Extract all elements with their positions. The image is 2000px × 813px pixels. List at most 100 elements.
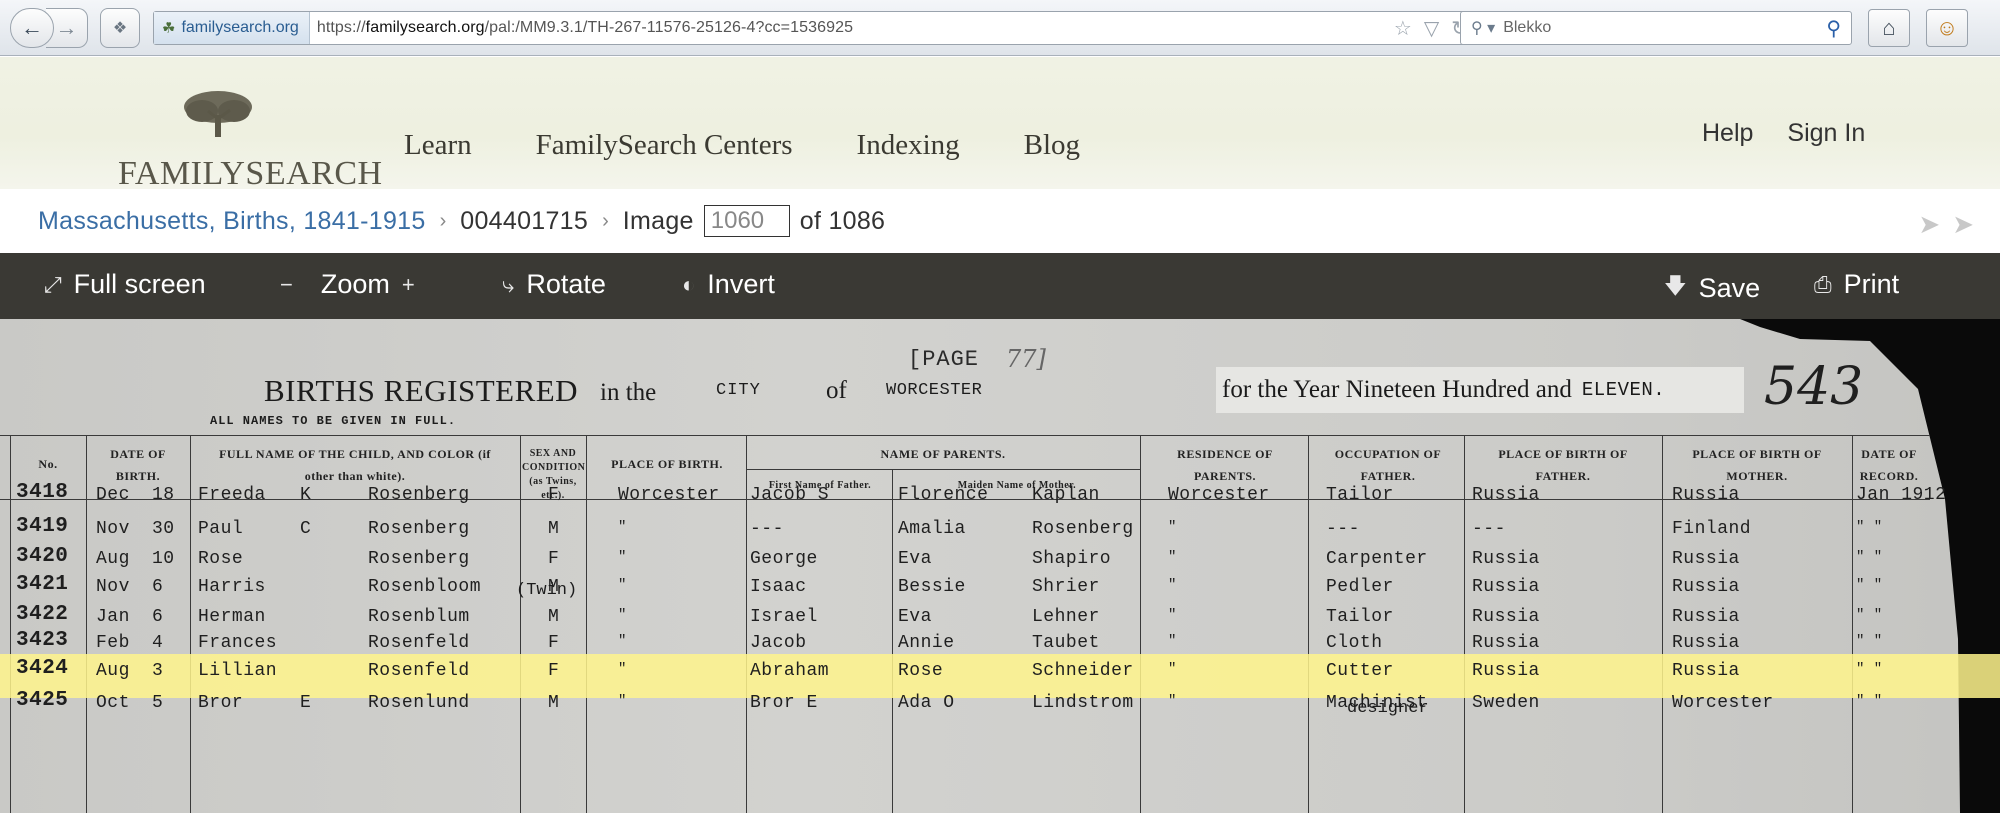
header-occupation: OCCUPATION OF FATHER.	[1334, 447, 1442, 483]
header-no: No.	[38, 457, 58, 471]
cell-pob-father: Russia	[1472, 661, 1540, 681]
twin-note: (Twin)	[516, 581, 578, 600]
addon-button[interactable]: ☺	[1926, 9, 1968, 47]
cell-pob-mother: Russia	[1672, 661, 1740, 681]
bookmark-star-icon[interactable]: ☆	[1394, 16, 1412, 41]
cell-residence: "	[1168, 577, 1177, 593]
cell-residence: "	[1168, 519, 1177, 535]
cell-father: Jacob	[750, 633, 807, 653]
cell-first: Freeda	[198, 485, 266, 505]
invert-button[interactable]: ◐ Invert	[682, 269, 775, 300]
cell-residence: "	[1168, 549, 1177, 565]
cell-father: Isaac	[750, 577, 807, 597]
zoom-out-icon[interactable]: −	[280, 272, 293, 298]
cell-pob-mother: Russia	[1672, 607, 1740, 627]
cell-occupation: Tailor	[1326, 485, 1394, 505]
download-arrow-icon: 🡇	[1664, 273, 1687, 298]
nav-learn[interactable]: Learn	[404, 129, 472, 162]
cell-last: Rosenberg	[368, 549, 470, 569]
home-button[interactable]: ⌂	[1868, 9, 1910, 47]
cell-last: Rosenberg	[368, 519, 470, 539]
cell-record: " "	[1856, 607, 1883, 623]
column-rule	[1852, 435, 1853, 813]
viewer-toolbar: ⤢ Full screen − Zoom + ⤷ Rotate ◐ Invert…	[0, 253, 2000, 319]
search-engine-icon[interactable]: ⚲ ▾	[1471, 18, 1495, 38]
nav-familysearch-centers[interactable]: FamilySearch Centers	[536, 129, 793, 162]
cell-mother-last: Taubet	[1032, 633, 1100, 653]
cell-occupation: Carpenter	[1326, 549, 1428, 569]
breadcrumb-collection-link[interactable]: Massachusetts, Births, 1841-1915	[38, 207, 426, 236]
previous-image-icon[interactable]: ➤	[1918, 209, 1940, 240]
rotate-button[interactable]: ⤷ Rotate	[502, 269, 606, 300]
column-rule	[190, 435, 191, 813]
cell-place: "	[618, 549, 627, 565]
nav-blog[interactable]: Blog	[1024, 129, 1080, 162]
header-pob-father: PLACE OF BIRTH OF FATHER.	[1498, 447, 1628, 483]
cell-mid: K	[300, 485, 312, 505]
dropdown-arrow-icon[interactable]: ▽	[1424, 16, 1439, 41]
address-bar[interactable]: ☘ familysearch.org https://familysearch.…	[153, 11, 1479, 45]
site-identity-label: familysearch.org	[181, 19, 299, 36]
image-number-input[interactable]	[703, 205, 790, 237]
cell-day: 6	[152, 607, 164, 627]
help-link[interactable]: Help	[1702, 119, 1753, 148]
cell-occupation: ---	[1326, 519, 1360, 539]
next-image-icon[interactable]: ➤	[1952, 209, 1974, 240]
cell-record: Jan 1912	[1856, 485, 1947, 505]
cell-no: 3420	[16, 545, 69, 568]
familysearch-logo[interactable]: FAMILYSEARCH	[118, 89, 382, 192]
cell-mother-last: Kaplan	[1032, 485, 1100, 505]
cell-residence: "	[1168, 633, 1177, 649]
arrow-left-icon: ←	[21, 15, 43, 40]
cell-last: Rosenblum	[368, 607, 470, 627]
cell-place: "	[618, 519, 627, 535]
cell-mother-first: Florence	[898, 485, 989, 505]
cell-pob-mother: Russia	[1672, 485, 1740, 505]
register-title-in: in the	[600, 379, 657, 406]
save-button[interactable]: 🡇 Save	[1664, 269, 1760, 307]
cell-place: Worcester	[618, 485, 720, 505]
cell-mother-first: Annie	[898, 633, 955, 653]
puzzle-icon: ❖	[112, 20, 128, 37]
cell-sex: F	[548, 485, 560, 505]
cell-place: "	[618, 633, 627, 649]
nav-indexing[interactable]: Indexing	[857, 129, 960, 162]
cell-place: "	[618, 577, 627, 593]
cell-pob-mother: Finland	[1672, 519, 1752, 539]
cell-month: Feb	[96, 633, 130, 653]
cell-occupation: Cloth	[1326, 633, 1383, 653]
zoom-in-icon[interactable]: +	[402, 272, 415, 298]
cell-father: Abraham	[750, 661, 830, 681]
url-text[interactable]: https://familysearch.org/pal:/MM9.3.1/TH…	[310, 19, 853, 37]
cell-pob-father: Russia	[1472, 633, 1540, 653]
site-header: FAMILYSEARCH Learn FamilySearch Centers …	[0, 57, 2000, 192]
cell-first: Frances	[198, 633, 278, 653]
cell-no: 3422	[16, 603, 69, 626]
search-icon[interactable]: ⚲	[1826, 16, 1841, 41]
cell-residence: "	[1168, 693, 1177, 709]
print-button[interactable]: ⎙ Print	[1814, 269, 1899, 300]
cell-month: Aug	[96, 661, 130, 681]
cell-residence: Worcester	[1168, 485, 1270, 505]
table-rule	[0, 435, 1930, 436]
search-bar[interactable]: ⚲ ▾ Blekko ⚲	[1460, 11, 1852, 45]
site-identity-button[interactable]: ☘ familysearch.org	[154, 12, 310, 44]
full-screen-button[interactable]: ⤢ Full screen	[44, 269, 206, 300]
cell-day: 30	[152, 519, 175, 539]
cell-pob-father: Russia	[1472, 577, 1540, 597]
invert-icon: ◐	[682, 271, 696, 297]
cell-mother-last: Lehner	[1032, 607, 1100, 627]
cell-last: Rosenlund	[368, 693, 470, 713]
extension-button[interactable]: ❖	[100, 8, 140, 48]
cell-pob-mother: Russia	[1672, 577, 1740, 597]
cell-pob-father: Russia	[1472, 549, 1540, 569]
record-image-viewer[interactable]: [PAGE 77] BIRTHS REGISTERED in the CITY …	[0, 319, 2000, 813]
sign-in-link[interactable]: Sign In	[1787, 119, 1865, 148]
cell-month: Dec	[96, 485, 130, 505]
header-residence: RESIDENCE OF PARENTS.	[1177, 447, 1273, 483]
back-button[interactable]: ←	[10, 8, 54, 48]
cell-no: 3421	[16, 573, 69, 596]
cell-month: Aug	[96, 549, 130, 569]
cell-no: 3418	[16, 481, 69, 504]
cell-place: "	[618, 607, 627, 623]
